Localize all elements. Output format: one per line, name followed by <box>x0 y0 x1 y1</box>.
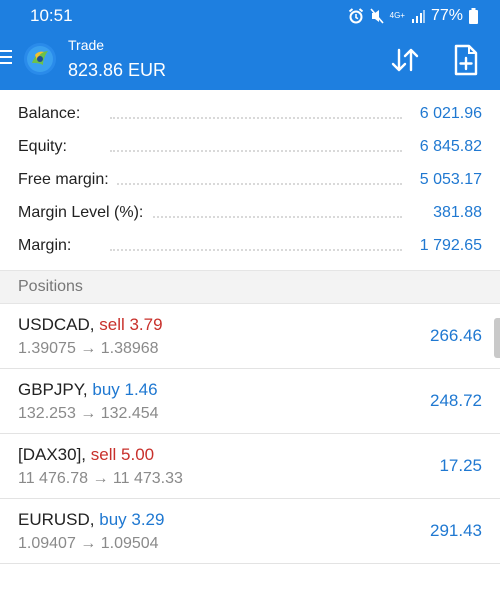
position-side: buy 3.29 <box>99 510 165 529</box>
position-symbol: GBPJPY, <box>18 380 88 399</box>
position-side: buy 1.46 <box>92 380 158 399</box>
leader-dots <box>110 216 402 218</box>
summary-value: 6 021.96 <box>411 105 482 123</box>
leader-dots <box>110 150 402 152</box>
sort-arrows-icon[interactable] <box>388 46 422 74</box>
position-prices: 132.253 → 132.454 <box>18 405 159 422</box>
position-title: [DAX30], sell 5.00 <box>18 445 154 465</box>
signal-icon <box>411 10 425 23</box>
account-summary: Balance: 6 021.96 Equity: 6 845.82 Free … <box>0 98 500 263</box>
position-profit: 17.25 <box>439 456 482 475</box>
summary-label: Margin Level (%): <box>18 204 152 222</box>
position-profit: 266.46 <box>430 326 482 345</box>
summary-label: Equity: <box>18 138 75 156</box>
leader-dots <box>110 249 402 251</box>
status-bar: 10:51 4G+ 77% <box>0 0 500 30</box>
summary-value: 5 053.17 <box>411 171 482 189</box>
metatrader-logo-icon[interactable] <box>22 41 58 77</box>
position-row-gbpjpy[interactable]: GBPJPY, buy 1.46 132.253 → 132.454 248.7… <box>0 369 500 434</box>
battery-icon <box>469 8 478 24</box>
position-row-dax30[interactable]: [DAX30], sell 5.00 11 476.78 → 11 473.33… <box>0 434 500 499</box>
position-prices: 1.39075 → 1.38968 <box>18 340 159 357</box>
position-profit: 248.72 <box>430 391 482 410</box>
position-profit: 291.43 <box>430 521 482 540</box>
position-prices: 1.09407 → 1.09504 <box>18 535 159 552</box>
leader-dots <box>110 183 402 185</box>
summary-label: Free margin: <box>18 171 117 189</box>
summary-label: Margin: <box>18 237 80 255</box>
page-title: Trade <box>68 37 105 53</box>
margin-level-row: Margin Level (%): 381.88 <box>0 197 500 230</box>
summary-value: 6 845.82 <box>411 138 482 156</box>
network-type-label: 4G+ <box>389 11 405 20</box>
position-side: sell 5.00 <box>90 445 155 464</box>
summary-value: 1 792.65 <box>411 237 482 255</box>
position-symbol: USDCAD, <box>18 315 95 334</box>
position-row-eurusd[interactable]: EURUSD, buy 3.29 1.09407 → 1.09504 291.4… <box>0 499 500 564</box>
equity-row: Equity: 6 845.82 <box>0 131 500 164</box>
position-title: EURUSD, buy 3.29 <box>18 510 164 530</box>
status-icons: 4G+ 77% <box>348 6 478 26</box>
position-row-usdcad[interactable]: USDCAD, sell 3.79 1.39075 → 1.38968 266.… <box>0 304 500 369</box>
margin-row: Margin: 1 792.65 <box>0 230 500 263</box>
positions-header-label: Positions <box>18 278 83 295</box>
positions-section-header: Positions <box>0 270 500 304</box>
profit-summary: 823.86 EUR <box>68 60 167 80</box>
position-symbol: EURUSD, <box>18 510 95 529</box>
position-symbol: [DAX30], <box>18 445 87 464</box>
position-prices: 11 476.78 → 11 473.33 <box>18 470 183 487</box>
edge-panel-handle[interactable] <box>494 318 500 358</box>
position-side: sell 3.79 <box>99 315 163 334</box>
leader-dots <box>110 117 402 119</box>
status-time: 10:51 <box>30 6 73 25</box>
position-title: GBPJPY, buy 1.46 <box>18 380 158 400</box>
new-order-icon[interactable] <box>453 44 479 76</box>
alarm-icon <box>348 8 363 24</box>
summary-label: Balance: <box>18 105 89 123</box>
hamburger-menu-icon[interactable] <box>0 50 14 70</box>
free-margin-row: Free margin: 5 053.17 <box>0 164 500 197</box>
position-title: USDCAD, sell 3.79 <box>18 315 163 335</box>
mute-icon <box>370 8 384 24</box>
balance-row: Balance: 6 021.96 <box>0 98 500 131</box>
battery-percent: 77% <box>430 7 463 24</box>
app-bar: Trade 823.86 EUR <box>0 30 500 90</box>
summary-value: 381.88 <box>425 204 482 222</box>
positions-list: USDCAD, sell 3.79 1.39075 → 1.38968 266.… <box>0 304 500 564</box>
